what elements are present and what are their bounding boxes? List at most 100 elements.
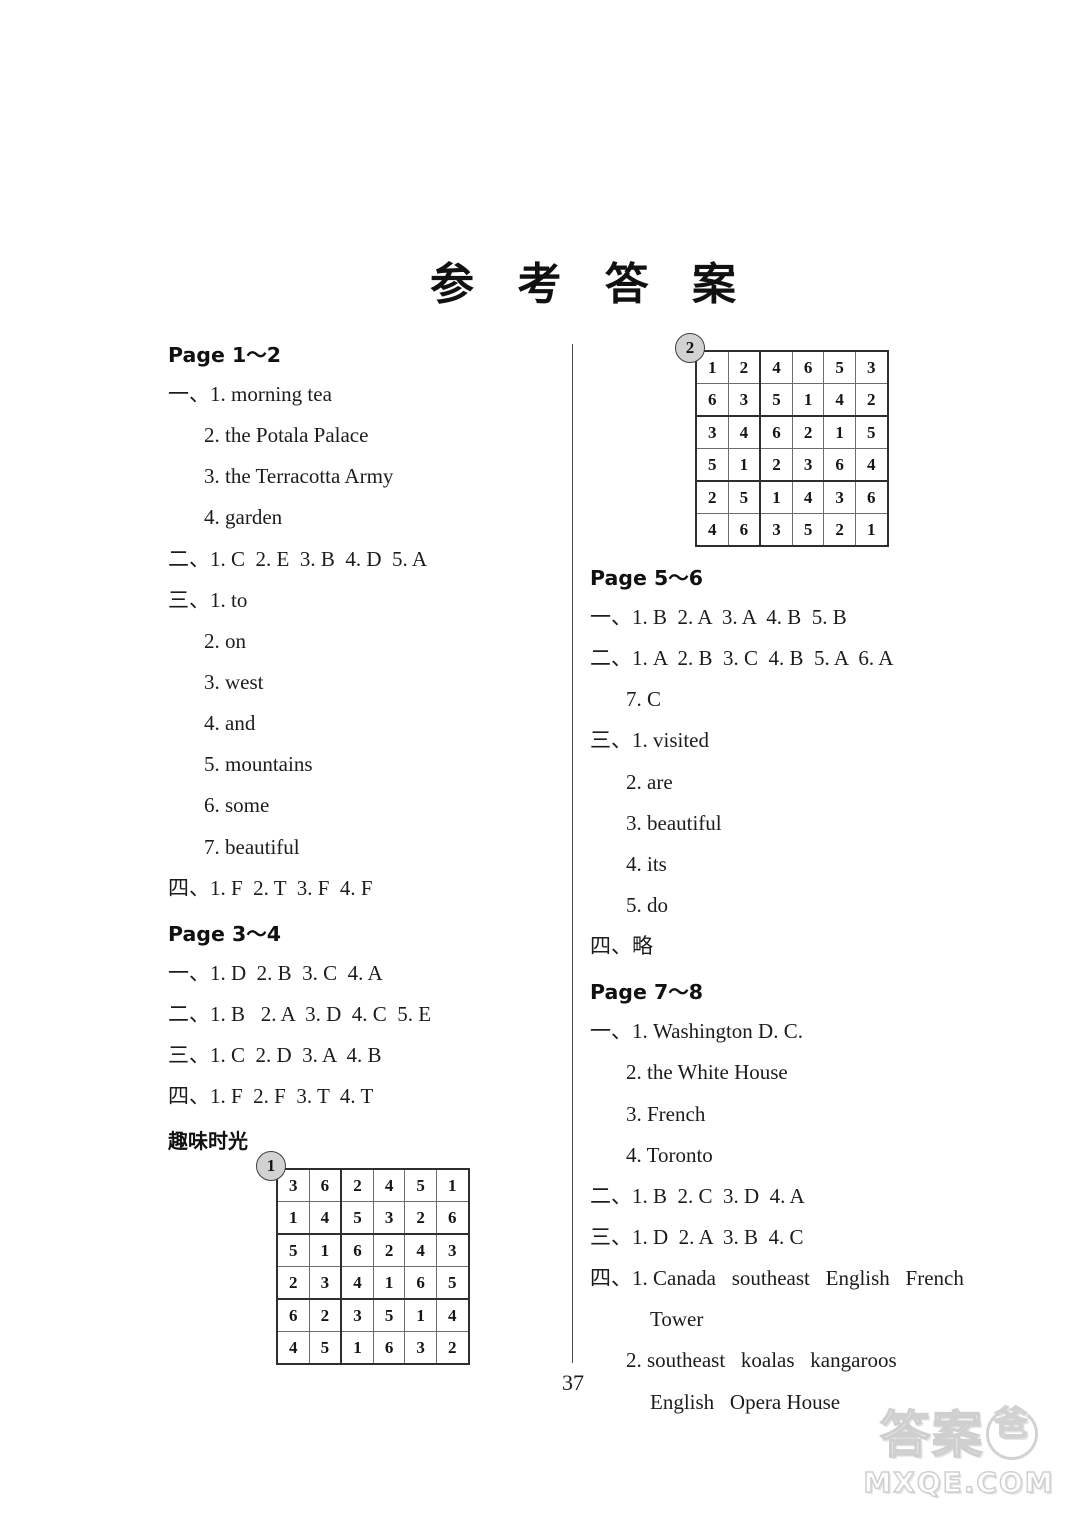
sudoku-cell: 4 (791, 480, 825, 514)
sudoku-cell: 4 (308, 1201, 343, 1236)
answer-line: 3. the Terracotta Army (204, 464, 394, 489)
sudoku-cell: 6 (372, 1331, 406, 1366)
sudoku-cell: 1 (727, 448, 762, 482)
table-row: 516243 (275, 1233, 470, 1268)
sudoku-cell: 5 (759, 383, 793, 417)
answer-line: 7. beautiful (204, 834, 300, 859)
sudoku-cell: 1 (791, 383, 825, 417)
sudoku-cell: 5 (275, 1233, 310, 1268)
sudoku-cell: 2 (727, 350, 762, 384)
answer-line: 2. southeast koalas kangaroos (626, 1348, 897, 1373)
section-heading-page-5-6: Page 5～6 (590, 566, 704, 590)
answer-line: 2. the Potala Palace (204, 423, 369, 448)
sudoku-cell: 5 (404, 1168, 437, 1203)
sudoku-cell: 4 (404, 1233, 437, 1268)
answer-line: 二、1. A 2. B 3. C 4. B 5. A 6. A (590, 646, 894, 671)
answer-line: 二、1. B 2. C 3. D 4. A (590, 1183, 805, 1208)
sudoku-cell: 5 (727, 480, 762, 514)
answer-line: 三、1. C 2. D 3. A 4. B (168, 1043, 382, 1068)
sudoku-cell: 3 (435, 1233, 470, 1268)
answer-line: 一、1. Washington D. C. (590, 1019, 803, 1044)
sudoku-cell: 2 (791, 415, 825, 449)
table-row: 623514 (275, 1298, 470, 1333)
answer-line: 二、1. C 2. E 3. B 4. D 5. A (168, 546, 428, 571)
answer-line: 3. beautiful (626, 810, 722, 835)
fun-time-heading: 趣味时光 (168, 1129, 248, 1154)
sudoku-cell: 4 (435, 1298, 470, 1333)
answer-line: 一、1. D 2. B 3. C 4. A (168, 960, 383, 985)
sudoku-cell: 2 (404, 1201, 437, 1236)
sudoku-table-1: 362451 145326 516243 234165 623514 45163… (275, 1168, 470, 1366)
sudoku-cell: 1 (275, 1201, 310, 1236)
column-divider (572, 344, 573, 1363)
table-row: 124653 (694, 350, 889, 384)
section-heading-page-7-8: Page 7～8 (590, 980, 704, 1005)
table-row: 512364 (694, 448, 889, 482)
sudoku-cell: 3 (759, 513, 793, 547)
sudoku-cell: 6 (694, 383, 729, 417)
answer-line: 三、1. visited (590, 728, 709, 753)
sudoku-cell: 1 (854, 513, 889, 547)
sudoku-cell: 3 (308, 1266, 343, 1301)
answer-line: 4. garden (204, 505, 283, 530)
sudoku-cell: 3 (340, 1298, 374, 1333)
sudoku-cell: 1 (823, 415, 856, 449)
sudoku-cell: 6 (727, 513, 762, 547)
sudoku-cell: 5 (372, 1298, 406, 1333)
sudoku-cell: 4 (372, 1168, 406, 1203)
sudoku-cell: 6 (435, 1201, 470, 1236)
answer-line: 7. C (626, 687, 662, 712)
answer-line: 四、1. F 2. T 3. F 4. F (168, 875, 373, 900)
sudoku-cell: 3 (694, 415, 729, 449)
table-row: 251436 (694, 480, 889, 514)
sudoku-cell: 6 (823, 448, 856, 482)
page-number: 37 (562, 1370, 584, 1395)
table-row: 346215 (694, 415, 889, 449)
sudoku-cell: 2 (823, 513, 856, 547)
answer-line: 四、略 (590, 934, 653, 959)
sudoku-cell: 3 (791, 448, 825, 482)
sudoku-cell: 2 (372, 1233, 406, 1268)
answer-line: 2. the White House (626, 1060, 788, 1085)
puzzle-grid-1: 1 362451 145326 516243 234165 623514 451… (256, 1151, 470, 1366)
sudoku-cell: 5 (308, 1331, 343, 1366)
sudoku-cell: 4 (854, 448, 889, 482)
sudoku-cell: 2 (854, 383, 889, 417)
section-heading-page-1-2: Page 1～2 (168, 343, 282, 367)
sudoku-cell: 1 (340, 1331, 374, 1366)
page-title: 参 考 答 案 (430, 259, 750, 310)
sudoku-cell: 6 (791, 350, 825, 384)
answer-line: 3. French (626, 1101, 706, 1126)
sudoku-cell: 5 (791, 513, 825, 547)
sudoku-cell: 6 (759, 415, 793, 449)
sudoku-cell: 5 (823, 350, 856, 384)
answer-line: 三、1. D 2. A 3. B 4. C (590, 1224, 804, 1249)
sudoku-cell: 1 (372, 1266, 406, 1301)
answer-line: 二、1. B 2. A 3. D 4. C 5. E (168, 1001, 432, 1026)
table-row: 451632 (275, 1331, 470, 1366)
sudoku-cell: 5 (340, 1201, 374, 1236)
table-row: 463521 (694, 513, 889, 547)
answer-line: 6. some (204, 793, 270, 818)
watermark-en-text: MXQE.COM (863, 1465, 1055, 1500)
sudoku-cell: 6 (404, 1266, 437, 1301)
sudoku-cell: 5 (694, 448, 729, 482)
answer-line: 4. Toronto (626, 1142, 713, 1167)
sudoku-cell: 1 (435, 1168, 470, 1203)
sudoku-cell: 1 (404, 1298, 437, 1333)
sudoku-cell: 1 (759, 480, 793, 514)
table-row: 635142 (694, 383, 889, 417)
sudoku-cell: 4 (275, 1331, 310, 1366)
sudoku-cell: 5 (854, 415, 889, 449)
answer-section-page-7-8: Page 7～8 一、1. Washington D. C. 2. the Wh… (590, 975, 1010, 1413)
sudoku-table-2: 124653 635142 346215 512364 251436 46352… (694, 350, 889, 547)
sudoku-cell: 2 (759, 448, 793, 482)
answer-line: 2. on (204, 628, 246, 653)
sudoku-cell: 6 (340, 1233, 374, 1268)
sudoku-cell: 6 (275, 1298, 310, 1333)
answer-line: 三、1. to (168, 587, 248, 612)
sudoku-cell: 3 (727, 383, 762, 417)
sudoku-cell: 4 (694, 513, 729, 547)
sudoku-cell: 4 (727, 415, 762, 449)
puzzle-grid-2: 2 124653 635142 346215 512364 251436 463… (675, 333, 889, 547)
